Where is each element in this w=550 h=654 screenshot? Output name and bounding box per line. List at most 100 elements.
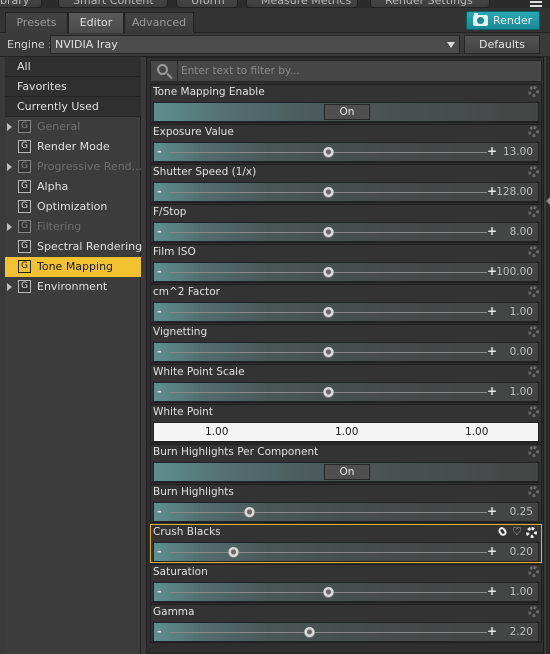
increment-button[interactable]: + bbox=[487, 344, 497, 358]
property-value[interactable]: 1.00 bbox=[510, 306, 533, 318]
gear-icon[interactable] bbox=[528, 486, 539, 497]
sidebar-group-environment[interactable]: G Environment bbox=[5, 277, 141, 297]
property-slider[interactable]: - +1.00 bbox=[153, 302, 539, 322]
slider-thumb[interactable] bbox=[303, 627, 315, 638]
sidebar-item-currently-used[interactable]: Currently Used bbox=[5, 97, 141, 117]
gear-icon[interactable] bbox=[528, 566, 539, 577]
decrement-button[interactable]: - bbox=[157, 505, 162, 518]
decrement-button[interactable]: - bbox=[157, 145, 162, 158]
sidebar-group-alpha[interactable]: G Alpha bbox=[5, 177, 141, 197]
property-value[interactable]: 13.00 bbox=[503, 146, 533, 158]
slider-thumb[interactable] bbox=[323, 187, 334, 198]
property-slider[interactable]: - +128.00 bbox=[153, 182, 539, 202]
render-button[interactable]: Render bbox=[466, 11, 540, 30]
increment-button[interactable]: + bbox=[487, 224, 497, 238]
gear-icon[interactable] bbox=[528, 166, 539, 177]
increment-button[interactable]: + bbox=[487, 624, 497, 638]
color-field[interactable]: 1.00 1.00 1.00 bbox=[153, 422, 539, 442]
collapse-arrow-icon[interactable] bbox=[546, 197, 550, 205]
decrement-button[interactable]: - bbox=[157, 225, 162, 238]
slider-thumb[interactable] bbox=[243, 507, 255, 518]
decrement-button[interactable]: - bbox=[157, 385, 162, 398]
property-slider[interactable]: - +13.00 bbox=[153, 142, 539, 162]
increment-button[interactable]: + bbox=[487, 504, 497, 518]
top-tab-4[interactable]: Render Settings bbox=[370, 0, 490, 8]
decrement-button[interactable]: - bbox=[157, 185, 162, 198]
sidebar-item-favorites[interactable]: Favorites bbox=[5, 77, 141, 97]
expand-arrow-icon[interactable] bbox=[7, 123, 12, 131]
property-slider[interactable]: - +1.00 bbox=[153, 382, 539, 402]
toggle-button[interactable]: On bbox=[324, 104, 370, 120]
property-value[interactable]: 1.00 bbox=[510, 586, 533, 598]
search-icon[interactable] bbox=[157, 64, 168, 75]
decrement-button[interactable]: - bbox=[157, 625, 162, 638]
property-slider[interactable]: - +100.00 bbox=[153, 262, 539, 282]
sidebar-group-progressive-rend[interactable]: G Progressive Rend... bbox=[5, 157, 142, 177]
tab-editor[interactable]: Editor bbox=[68, 12, 124, 33]
expand-arrow-icon[interactable] bbox=[7, 283, 12, 291]
slider-thumb[interactable] bbox=[323, 147, 334, 158]
gear-icon[interactable] bbox=[528, 606, 539, 617]
slider-track[interactable] bbox=[169, 632, 487, 633]
property-slider[interactable]: - +8.00 bbox=[153, 222, 539, 242]
color-channel-value[interactable]: 1.00 bbox=[465, 426, 488, 438]
pane-menu-icon[interactable] bbox=[524, 0, 550, 8]
property-value[interactable]: 1.00 bbox=[510, 386, 533, 398]
gear-icon[interactable] bbox=[528, 286, 539, 297]
top-tab-1[interactable]: Smart Content bbox=[58, 0, 168, 8]
property-value[interactable]: 0.20 bbox=[510, 546, 533, 558]
tab-presets[interactable]: Presets bbox=[5, 12, 68, 33]
increment-button[interactable]: + bbox=[487, 384, 497, 398]
slider-thumb[interactable] bbox=[323, 227, 334, 238]
defaults-button[interactable]: Defaults bbox=[464, 35, 540, 54]
increment-button[interactable]: + bbox=[487, 544, 497, 558]
color-channel-value[interactable]: 1.00 bbox=[335, 426, 358, 438]
gear-icon[interactable] bbox=[528, 326, 539, 337]
expand-arrow-icon[interactable] bbox=[7, 163, 12, 171]
sidebar-group-filtering[interactable]: G Filtering bbox=[5, 217, 141, 237]
property-slider[interactable]: - +0.20 bbox=[153, 542, 539, 562]
sidebar-group-tone-mapping[interactable]: G Tone Mapping bbox=[5, 257, 141, 277]
sidebar-group-optimization[interactable]: G Optimization bbox=[5, 197, 141, 217]
heart-icon[interactable]: ♡ bbox=[512, 525, 522, 538]
increment-button[interactable]: + bbox=[487, 144, 497, 158]
property-value[interactable]: 2.20 bbox=[510, 626, 533, 638]
filter-input[interactable] bbox=[181, 63, 531, 79]
gear-icon[interactable] bbox=[528, 366, 539, 377]
decrement-button[interactable]: - bbox=[157, 305, 162, 318]
sidebar-group-general[interactable]: G General bbox=[5, 117, 141, 137]
color-channel-value[interactable]: 1.00 bbox=[205, 426, 228, 438]
expand-arrow-icon[interactable] bbox=[7, 223, 12, 231]
slider-thumb[interactable] bbox=[323, 267, 334, 278]
sidebar-group-render-mode[interactable]: G Render Mode bbox=[5, 137, 141, 157]
gear-icon[interactable] bbox=[528, 126, 539, 137]
property-value[interactable]: 128.00 bbox=[496, 186, 533, 198]
top-tab-2[interactable]: Uform bbox=[176, 0, 238, 8]
slider-thumb[interactable] bbox=[323, 307, 334, 318]
gear-icon[interactable] bbox=[528, 246, 539, 257]
property-slider[interactable]: - +0.00 bbox=[153, 342, 539, 362]
slider-thumb[interactable] bbox=[323, 587, 334, 598]
property-slider[interactable]: - +1.00 bbox=[153, 582, 539, 602]
link-icon[interactable] bbox=[497, 525, 508, 538]
decrement-button[interactable]: - bbox=[157, 345, 162, 358]
property-slider[interactable]: - +0.25 bbox=[153, 502, 539, 522]
sidebar-item-all[interactable]: All bbox=[5, 57, 141, 77]
gear-icon[interactable] bbox=[528, 206, 539, 217]
decrement-button[interactable]: - bbox=[157, 585, 162, 598]
property-value[interactable]: 100.00 bbox=[496, 266, 533, 278]
sidebar-group-spectral-rendering[interactable]: G Spectral Rendering bbox=[5, 237, 142, 257]
decrement-button[interactable]: - bbox=[157, 545, 162, 558]
gear-icon[interactable] bbox=[528, 86, 539, 97]
slider-thumb[interactable] bbox=[323, 387, 334, 398]
gear-icon[interactable] bbox=[528, 446, 539, 457]
top-tab-3[interactable]: Measure Metrics bbox=[246, 0, 358, 8]
property-value[interactable]: 8.00 bbox=[510, 226, 533, 238]
property-value[interactable]: 0.25 bbox=[510, 506, 533, 518]
gear-icon[interactable] bbox=[528, 406, 539, 417]
slider-thumb[interactable] bbox=[323, 347, 334, 358]
engine-select[interactable]: NVIDIA Iray bbox=[50, 35, 460, 54]
slider-thumb[interactable] bbox=[227, 547, 239, 558]
tab-advanced[interactable]: Advanced bbox=[124, 12, 194, 33]
property-value[interactable]: 0.00 bbox=[510, 346, 533, 358]
